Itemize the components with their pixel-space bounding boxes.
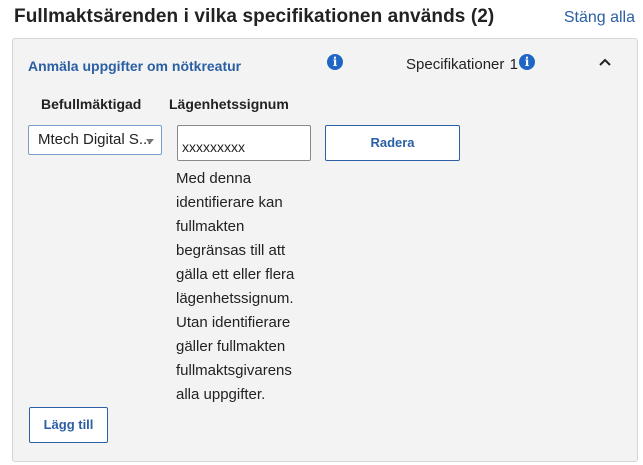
close-all-link[interactable]: Stäng alla — [564, 9, 635, 27]
specifications-label: Specifikationer 1 — [406, 56, 518, 73]
help-text: Med denna identifierare kan fullmakten b… — [176, 170, 295, 403]
dropdown-arrow-icon — [146, 139, 154, 144]
apartment-column-label: Lägenhetssignum — [169, 96, 289, 112]
specifications-count: 1 — [509, 56, 518, 73]
info-icon[interactable]: i — [327, 54, 343, 70]
case-title-link[interactable]: Anmäla uppgifter om nötkreatur — [28, 58, 241, 74]
specifications-text: Specifikationer — [406, 56, 505, 73]
agent-column-label: Befullmäktigad — [41, 96, 142, 112]
page-title: Fullmaktsärenden i vilka specifikationen… — [14, 6, 495, 27]
add-button[interactable]: Lägg till — [29, 407, 108, 443]
case-panel: Anmäla uppgifter om nötkreatur i Specifi… — [12, 38, 638, 462]
delete-button[interactable]: Radera — [325, 125, 460, 161]
agent-select[interactable]: Mtech Digital S... — [28, 125, 162, 155]
info-icon[interactable]: i — [519, 54, 535, 70]
apartment-signum-input[interactable] — [177, 125, 311, 161]
agent-select-value: Mtech Digital S... — [38, 131, 152, 148]
chevron-up-icon[interactable] — [598, 55, 612, 69]
